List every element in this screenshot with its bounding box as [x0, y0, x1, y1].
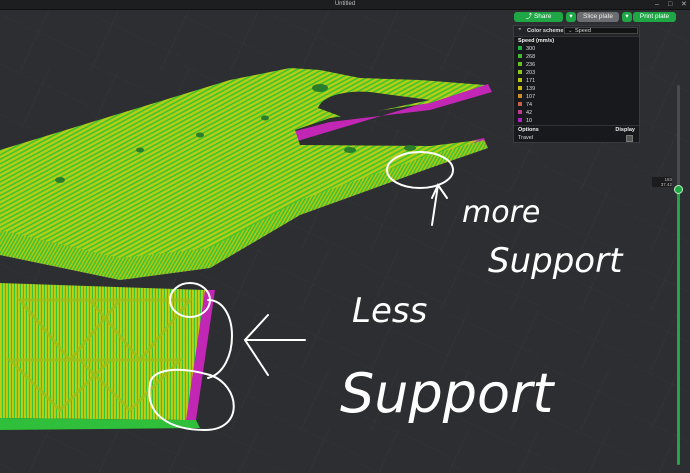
lower-block-top-infill — [0, 283, 205, 420]
share-dropdown-button[interactable]: ▾ — [566, 12, 576, 22]
speed-value-label: 10 — [526, 118, 533, 124]
hole-marker — [196, 132, 204, 138]
slice-plate-button[interactable]: Slice plate — [577, 12, 619, 22]
options-label: Options — [518, 127, 539, 133]
print-dropdown-button[interactable]: ▾ — [622, 12, 632, 22]
speed-legend-title: Speed (mm/s) — [518, 38, 555, 44]
layer-slider-top-height: 37.42 — [660, 182, 672, 187]
speed-value-label: 42 — [526, 110, 533, 116]
legend-panel: ◓ Color scheme ⌄ Speed Speed (mm/s) 300 2… — [513, 25, 640, 143]
legend-header: ◓ Color scheme ⌄ Speed — [514, 26, 639, 37]
speed-value-label: 203 — [526, 70, 536, 76]
speed-legend-item: 107 — [518, 93, 643, 101]
hole-marker — [404, 145, 416, 151]
speed-legend-item: 236 — [518, 61, 643, 69]
hole-marker — [312, 84, 328, 92]
speed-legend-item: 171 — [518, 77, 643, 85]
speed-legend-item: 74 — [518, 101, 643, 109]
speed-value-label: 236 — [526, 62, 536, 68]
chevron-down-icon: ▾ — [625, 13, 629, 20]
speed-legend-item: 42 — [518, 109, 643, 117]
speed-legend-item: 10 — [518, 117, 643, 125]
color-swatch — [518, 46, 522, 50]
legend-collapse-icon[interactable]: ◓ — [518, 27, 522, 33]
hole-marker — [55, 177, 65, 183]
print-plate-button[interactable]: Print plate — [633, 12, 676, 22]
arrow-annotation-lower — [243, 314, 306, 376]
speed-value-label: 74 — [526, 102, 533, 108]
annotation-text-less: Less — [352, 291, 427, 331]
color-swatch — [518, 118, 522, 122]
travel-display-checkbox[interactable] — [626, 135, 633, 142]
lower-block-part — [0, 283, 215, 430]
color-swatch — [518, 78, 522, 82]
share-button[interactable]: ⤴ Share — [514, 12, 563, 22]
color-scheme-select[interactable]: ⌄ Speed — [564, 27, 638, 34]
arrow-annotation-upper — [431, 182, 448, 226]
speed-value-label: 268 — [526, 54, 536, 60]
speed-legend-item: 203 — [518, 69, 643, 77]
color-swatch — [518, 86, 522, 90]
layer-slider-value-label: 183 37.42 — [652, 177, 672, 187]
share-label: Share — [533, 13, 552, 20]
color-swatch — [518, 94, 522, 98]
hole-marker — [261, 115, 269, 121]
speed-legend-item: 139 — [518, 85, 643, 93]
layer-slider-handle[interactable] — [674, 185, 683, 194]
color-scheme-value: Speed — [575, 28, 591, 34]
speed-value-label: 139 — [526, 86, 536, 92]
layer-slider-range — [677, 190, 680, 465]
speed-value-label: 171 — [526, 78, 536, 84]
travel-label: Travel — [518, 135, 534, 141]
speed-value-label: 300 — [526, 46, 536, 52]
display-label: Display — [615, 127, 635, 133]
color-swatch — [518, 54, 522, 58]
upper-arm-part — [0, 68, 492, 280]
speed-legend-item: 300 — [518, 45, 643, 53]
hole-marker — [136, 147, 144, 153]
speed-value-label: 107 — [526, 94, 536, 100]
color-swatch — [518, 102, 522, 106]
color-swatch — [518, 62, 522, 66]
color-swatch — [518, 70, 522, 74]
speed-legend-item: 268 — [518, 53, 643, 61]
handwritten-text: more Support Less Support — [340, 195, 624, 425]
share-icon: ⤴ — [525, 13, 533, 20]
color-swatch — [518, 110, 522, 114]
travel-option-row: Travel — [514, 134, 639, 143]
annotation-text-more: more — [462, 195, 540, 230]
hole-marker — [344, 147, 356, 153]
annotation-text-support-lower: Support — [340, 362, 555, 425]
annotation-text-support-upper: Support — [488, 241, 624, 281]
chevron-down-icon: ▾ — [569, 13, 573, 20]
color-scheme-label: Color scheme — [527, 28, 564, 34]
chevron-down-icon: ⌄ — [568, 28, 573, 34]
